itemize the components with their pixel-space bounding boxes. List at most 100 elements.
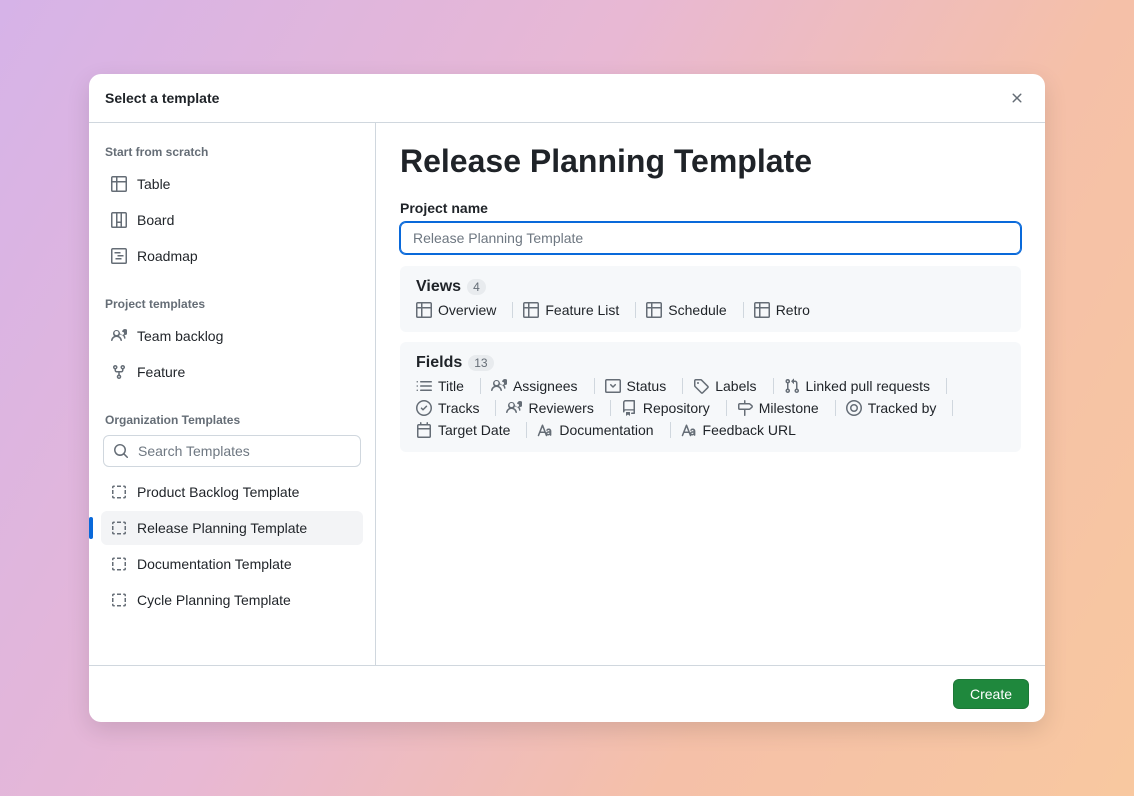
field-repository: Repository [621, 400, 737, 416]
sidebar-item-label: Cycle Planning Template [137, 592, 291, 608]
sidebar-item-roadmap[interactable]: Roadmap [101, 239, 363, 273]
search-wrap [103, 435, 361, 467]
field-tracks: Tracks [416, 400, 506, 416]
search-input[interactable] [103, 435, 361, 467]
modal-footer: Create [89, 665, 1045, 722]
table-icon [416, 302, 432, 318]
field-feedback-url: Feedback URL [681, 422, 806, 438]
tracks-icon [416, 400, 432, 416]
table-icon [111, 176, 127, 192]
field-milestone: Milestone [737, 400, 846, 416]
field-assignees: Assignees [491, 378, 605, 394]
main-panel: Release Planning Template Project name V… [376, 123, 1045, 665]
close-button[interactable] [1005, 86, 1029, 110]
chip-label: Assignees [513, 378, 578, 394]
chip-label: Linked pull requests [806, 378, 931, 394]
sidebar-item-label: Board [137, 212, 174, 228]
chip-label: Tracks [438, 400, 479, 416]
template-modal: Select a template Start from scratch Tab… [89, 74, 1045, 722]
template-icon [111, 556, 127, 572]
chip-label: Reviewers [528, 400, 593, 416]
list-icon [416, 378, 432, 394]
table-icon [523, 302, 539, 318]
sidebar-item-product-backlog[interactable]: Product Backlog Template [101, 475, 363, 509]
tracked-by-icon [846, 400, 862, 416]
views-head: Views 4 [416, 278, 1005, 296]
project-name-input[interactable] [400, 222, 1021, 254]
sidebar-item-release-planning[interactable]: Release Planning Template [101, 511, 363, 545]
fields-count-badge: 13 [468, 355, 493, 371]
tag-icon [693, 378, 709, 394]
section-title-org: Organization Templates [101, 407, 363, 433]
view-schedule: Schedule [646, 302, 753, 318]
sidebar: Start from scratch Table Board Roadmap P… [89, 123, 376, 665]
chip-label: Repository [643, 400, 710, 416]
table-icon [754, 302, 770, 318]
project-name-label: Project name [400, 200, 1021, 216]
chip-label: Status [627, 378, 667, 394]
template-icon [111, 520, 127, 536]
modal-title: Select a template [105, 90, 219, 106]
sidebar-item-documentation[interactable]: Documentation Template [101, 547, 363, 581]
roadmap-icon [111, 248, 127, 264]
template-icon [111, 592, 127, 608]
page-title: Release Planning Template [400, 143, 1021, 180]
sidebar-item-feature[interactable]: Feature [101, 355, 363, 389]
sidebar-section-scratch: Start from scratch Table Board Roadmap [101, 139, 363, 273]
people-icon [506, 400, 522, 416]
chip-label: Retro [776, 302, 810, 318]
sidebar-item-label: Roadmap [137, 248, 198, 264]
views-title: Views [416, 278, 461, 296]
fields-chips: Title Assignees Status Labels [416, 378, 1005, 438]
view-feature-list: Feature List [523, 302, 646, 318]
modal-body: Start from scratch Table Board Roadmap P… [89, 123, 1045, 665]
fork-icon [111, 364, 127, 380]
fields-title: Fields [416, 354, 462, 372]
create-button[interactable]: Create [953, 679, 1029, 709]
sidebar-item-label: Feature [137, 364, 185, 380]
sidebar-item-team-backlog[interactable]: Team backlog [101, 319, 363, 353]
view-retro: Retro [754, 302, 820, 318]
people-icon [491, 378, 507, 394]
chip-label: Milestone [759, 400, 819, 416]
field-title: Title [416, 378, 491, 394]
section-title-project: Project templates [101, 291, 363, 317]
field-reviewers: Reviewers [506, 400, 620, 416]
field-labels: Labels [693, 378, 783, 394]
views-card: Views 4 Overview Feature List Schedule [400, 266, 1021, 332]
sidebar-item-label: Documentation Template [137, 556, 292, 572]
sidebar-item-table[interactable]: Table [101, 167, 363, 201]
sidebar-item-label: Table [137, 176, 170, 192]
sidebar-item-cycle-planning[interactable]: Cycle Planning Template [101, 583, 363, 617]
chip-label: Labels [715, 378, 756, 394]
close-icon [1009, 90, 1025, 106]
sidebar-item-board[interactable]: Board [101, 203, 363, 237]
chip-label: Overview [438, 302, 496, 318]
chip-label: Feature List [545, 302, 619, 318]
search-icon [113, 443, 129, 459]
template-icon [111, 484, 127, 500]
chip-label: Schedule [668, 302, 726, 318]
sidebar-item-label: Team backlog [137, 328, 223, 344]
views-chips: Overview Feature List Schedule Retro [416, 302, 1005, 318]
field-status: Status [605, 378, 694, 394]
view-overview: Overview [416, 302, 523, 318]
fields-head: Fields 13 [416, 354, 1005, 372]
chip-label: Tracked by [868, 400, 937, 416]
milestone-icon [737, 400, 753, 416]
modal-header: Select a template [89, 74, 1045, 123]
fields-card: Fields 13 Title Assignees Status [400, 342, 1021, 452]
field-tracked-by: Tracked by [846, 400, 964, 416]
sidebar-section-org: Organization Templates Product Backlog T… [101, 407, 363, 617]
field-linked-pr: Linked pull requests [784, 378, 958, 394]
calendar-icon [416, 422, 432, 438]
pull-request-icon [784, 378, 800, 394]
board-icon [111, 212, 127, 228]
chip-label: Documentation [559, 422, 653, 438]
people-icon [111, 328, 127, 344]
repo-icon [621, 400, 637, 416]
sidebar-section-project: Project templates Team backlog Feature [101, 291, 363, 389]
chip-label: Title [438, 378, 464, 394]
text-icon [681, 422, 697, 438]
sidebar-item-label: Release Planning Template [137, 520, 307, 536]
